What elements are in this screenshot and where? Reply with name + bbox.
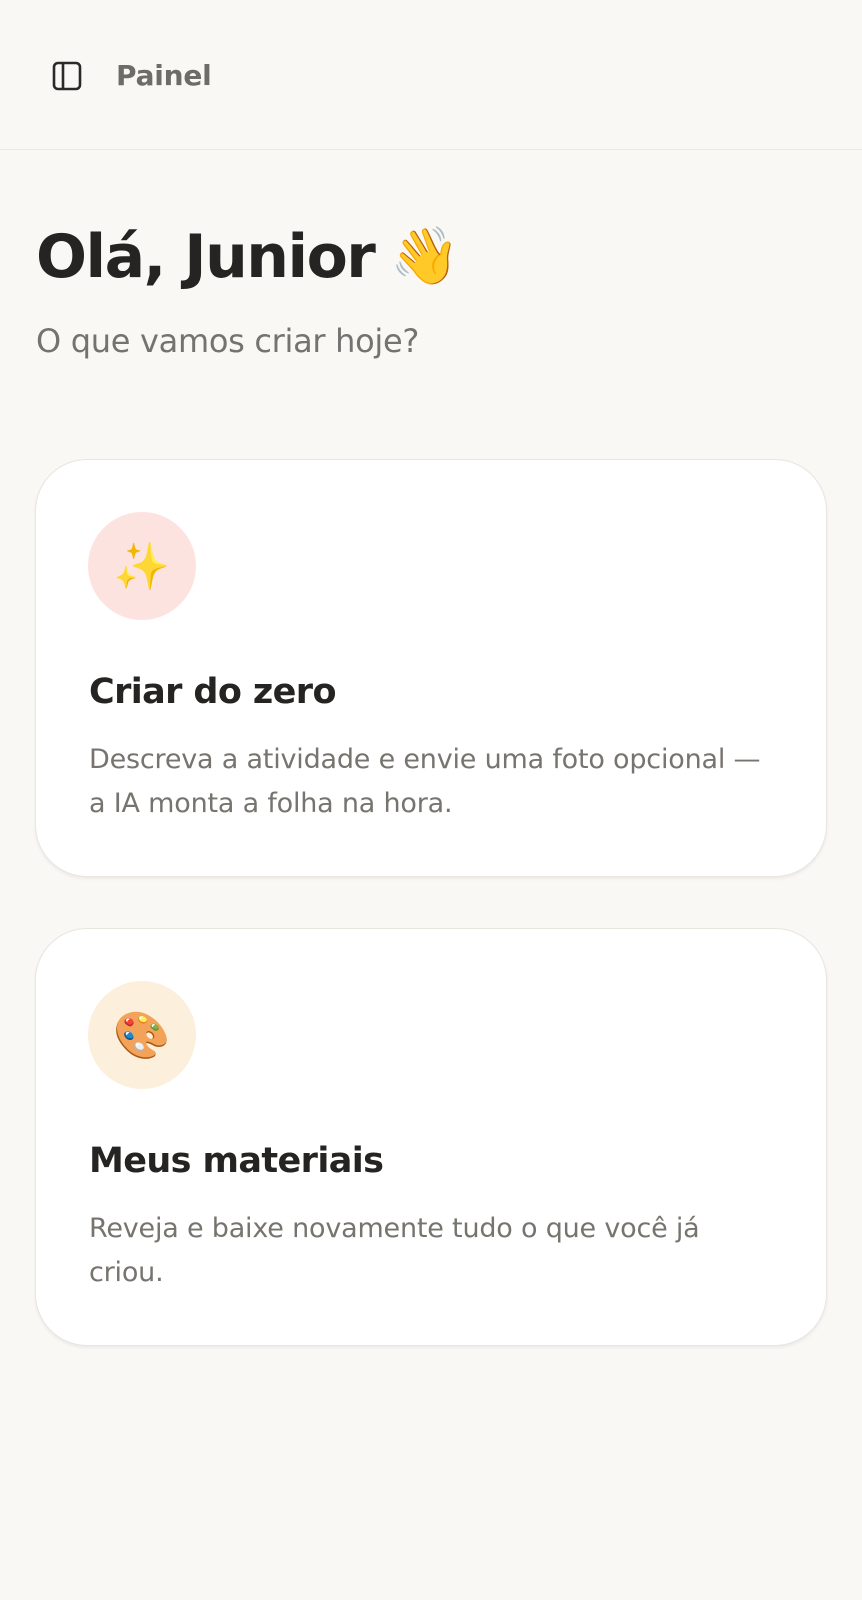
waving-hand-icon: 👋 bbox=[390, 224, 461, 289]
my-materials-card[interactable]: 🎨 Meus materiais Reveja e baixe novament… bbox=[35, 928, 827, 1346]
card-title: Meus materiais bbox=[89, 1141, 384, 1181]
sidebar-toggle-button[interactable] bbox=[50, 59, 84, 93]
greeting-subtitle: O que vamos criar hoje? bbox=[36, 322, 420, 360]
top-bar: Painel bbox=[0, 0, 862, 150]
create-from-scratch-card[interactable]: ✨ Criar do zero Descreva a atividade e e… bbox=[35, 459, 827, 877]
card-title: Criar do zero bbox=[89, 672, 337, 712]
greeting: Olá, Junior 👋 bbox=[36, 222, 460, 292]
sparkles-icon: ✨ bbox=[88, 512, 196, 620]
greeting-text: Olá, Junior bbox=[36, 222, 376, 292]
palette-icon: 🎨 bbox=[88, 981, 196, 1089]
card-description: Descreva a atividade e envie uma foto op… bbox=[89, 744, 761, 819]
card-description: Reveja e baixe novamente tudo o que você… bbox=[89, 1213, 700, 1288]
sidebar-panel-icon bbox=[52, 61, 82, 90]
page-title: Painel bbox=[116, 59, 212, 92]
